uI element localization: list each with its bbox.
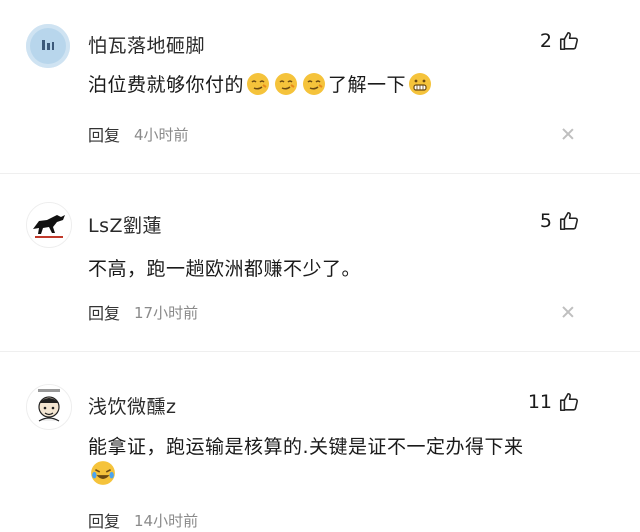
like-count: 5: [539, 210, 552, 232]
username[interactable]: 浅饮微醺z: [88, 392, 176, 419]
like-button[interactable]: 5: [540, 210, 580, 232]
comment-meta: 回复 17小时前: [88, 300, 198, 324]
timestamp: 17小时前: [134, 303, 199, 322]
like-button[interactable]: 2: [540, 30, 580, 52]
like-count: 2: [539, 30, 552, 52]
timestamp: 4小时前: [134, 125, 189, 144]
comment-item: 怕瓦落地砸脚 2 泊位费就够你付的 了解一下 回复 4小时前: [0, 0, 640, 165]
close-icon[interactable]: [562, 128, 574, 140]
close-icon[interactable]: [562, 306, 574, 318]
comment-text: 不高，跑一趟欧洲都赚不少了。: [88, 254, 361, 281]
smirk-emoji-icon: [275, 72, 298, 95]
comment-item: 浅饮微醺z 11 能拿证，跑运输是核算的.关键是证不一定办得下来 回复 14小时…: [0, 362, 640, 531]
comment-item: LsZ劉蓮 5 不高，跑一趟欧洲都赚不少了。 回复 17小时前: [0, 178, 640, 348]
like-count: 11: [527, 391, 552, 413]
thumb-up-icon: [559, 392, 578, 412]
comment-text-part: 能拿证，跑运输是核算的.关键是证不一定办得下来: [88, 436, 524, 458]
comment-text-part: 泊位费就够你付的: [88, 74, 245, 96]
divider: [0, 351, 640, 352]
laugh-cry-emoji-icon: [91, 461, 115, 485]
thumb-up-icon: [559, 211, 578, 231]
comment-text-part: 不高，跑一趟欧洲都赚不少了。: [88, 258, 362, 280]
smirk-emoji-icon: [247, 72, 270, 95]
username[interactable]: 怕瓦落地砸脚: [88, 31, 205, 58]
username[interactable]: LsZ劉蓮: [88, 211, 162, 238]
reply-button[interactable]: 回复: [88, 508, 120, 532]
emoji-line: [88, 460, 118, 490]
thumb-up-icon: [559, 31, 578, 51]
grin-emoji-icon: [409, 72, 432, 95]
comment-text-part: 了解一下: [328, 74, 407, 96]
timestamp: 14小时前: [134, 511, 199, 530]
comment-text: 泊位费就够你付的 了解一下: [88, 70, 434, 97]
avatar[interactable]: [26, 202, 72, 248]
comment-meta: 回复 4小时前: [88, 122, 189, 146]
divider: [0, 173, 640, 174]
reply-button[interactable]: 回复: [88, 300, 120, 324]
avatar[interactable]: [26, 24, 70, 68]
smirk-emoji-icon: [303, 72, 326, 95]
comment-text: 能拿证，跑运输是核算的.关键是证不一定办得下来: [88, 432, 524, 459]
avatar[interactable]: [26, 384, 72, 430]
reply-button[interactable]: 回复: [88, 122, 120, 146]
like-button[interactable]: 11: [528, 391, 580, 413]
comment-meta: 回复 14小时前: [88, 508, 198, 532]
